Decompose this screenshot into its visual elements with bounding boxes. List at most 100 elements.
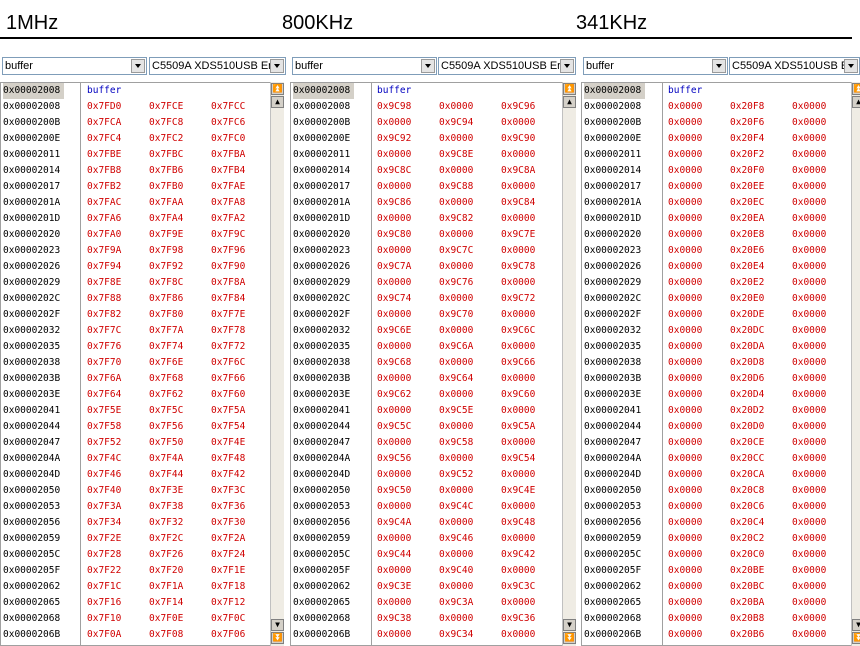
memory-value[interactable]: 0x0000 [792,131,826,147]
memory-value[interactable]: 0x7F70 [87,355,121,371]
memory-value[interactable]: 0x0000 [501,211,535,227]
memory-value[interactable]: 0x9C56 [377,451,411,467]
memory-value[interactable]: 0x0000 [668,531,702,547]
target-combo[interactable]: C5509A XDS510USB Er [438,57,576,75]
memory-value[interactable]: 0x9C66 [501,355,535,371]
memory-value[interactable]: 0x9C7C [439,243,473,259]
memory-value[interactable]: 0x0000 [377,371,411,387]
memory-value[interactable]: 0x7F10 [87,611,121,627]
memory-value[interactable]: 0x7F3C [211,483,245,499]
memory-value[interactable]: 0x0000 [439,195,473,211]
memory-value[interactable]: 0x7F66 [211,371,245,387]
memory-value[interactable]: 0x9C40 [439,563,473,579]
memory-value[interactable]: 0x0000 [439,227,473,243]
memory-value[interactable]: 0x0000 [792,563,826,579]
memory-value[interactable]: 0x9C7A [377,259,411,275]
memory-value[interactable]: 0x0000 [792,291,826,307]
memory-value[interactable]: 0x7FBC [149,147,183,163]
memory-value[interactable]: 0x0000 [792,195,826,211]
memory-value[interactable]: 0x9C84 [501,195,535,211]
memory-value[interactable]: 0x7F62 [149,387,183,403]
memory-value[interactable]: 0x0000 [668,451,702,467]
memory-value[interactable]: 0x7F0A [87,627,121,643]
memory-value[interactable]: 0x7F4A [149,451,183,467]
memory-value[interactable]: 0x9C3A [439,595,473,611]
memory-value[interactable]: 0x9C82 [439,211,473,227]
memory-value[interactable]: 0x7F50 [149,435,183,451]
memory-value[interactable]: 0x9C68 [377,355,411,371]
memory-value[interactable]: 0x9C5E [439,403,473,419]
memory-value[interactable]: 0x0000 [439,547,473,563]
memory-value[interactable]: 0x7F3A [87,499,121,515]
memory-value[interactable]: 0x9C34 [439,627,473,643]
memory-value[interactable]: 0x0000 [792,451,826,467]
memory-value[interactable]: 0x7F28 [87,547,121,563]
memory-value[interactable]: 0x7F80 [149,307,183,323]
memory-value[interactable]: 0x9C54 [501,451,535,467]
chevron-down-icon[interactable] [421,59,435,73]
memory-value[interactable]: 0x9C8E [439,147,473,163]
memory-value[interactable]: 0x0000 [377,339,411,355]
memory-value[interactable]: 0x7FAC [87,195,121,211]
memory-value[interactable]: 0x0000 [792,387,826,403]
memory-value[interactable]: 0x7FCA [87,115,121,131]
memory-value[interactable]: 0x20E4 [730,259,764,275]
memory-value[interactable]: 0x0000 [668,275,702,291]
memory-value[interactable]: 0x20D8 [730,355,764,371]
memory-value[interactable]: 0x9C88 [439,179,473,195]
memory-value[interactable]: 0x7F7E [211,307,245,323]
memory-value[interactable]: 0x0000 [668,195,702,211]
memory-value[interactable]: 0x0000 [668,371,702,387]
memory-value[interactable]: 0x9C4A [377,515,411,531]
scroll-bottom-icon[interactable]: ⏬ [852,632,860,644]
memory-value[interactable]: 0x0000 [792,227,826,243]
memory-value[interactable]: 0x9C60 [501,387,535,403]
vertical-scrollbar[interactable]: ⏫ ▲ ▼ ⏬ [562,82,576,646]
variable-combo[interactable]: buffer [2,57,147,75]
memory-value[interactable]: 0x0000 [668,259,702,275]
memory-value[interactable]: 0x20CE [730,435,764,451]
memory-value[interactable]: 0x0000 [439,131,473,147]
memory-value[interactable]: 0x0000 [792,579,826,595]
memory-value[interactable]: 0x0000 [439,515,473,531]
memory-value[interactable]: 0x0000 [792,547,826,563]
memory-value[interactable]: 0x7F36 [211,499,245,515]
memory-value[interactable]: 0x0000 [792,611,826,627]
memory-value[interactable]: 0x9C52 [439,467,473,483]
memory-value[interactable]: 0x0000 [668,99,702,115]
memory-value[interactable]: 0x0000 [439,259,473,275]
memory-value[interactable]: 0x0000 [501,371,535,387]
memory-value[interactable]: 0x0000 [501,435,535,451]
scroll-up-icon[interactable]: ▲ [852,96,860,108]
memory-value[interactable]: 0x7F7A [149,323,183,339]
memory-value[interactable]: 0x7FC0 [211,131,245,147]
memory-value[interactable]: 0x0000 [792,99,826,115]
memory-value[interactable]: 0x0000 [377,179,411,195]
memory-value[interactable]: 0x7F44 [149,467,183,483]
memory-value[interactable]: 0x7F60 [211,387,245,403]
memory-value[interactable]: 0x0000 [668,467,702,483]
memory-value[interactable]: 0x9C42 [501,547,535,563]
memory-value[interactable]: 0x7F24 [211,547,245,563]
memory-value[interactable]: 0x7F4E [211,435,245,451]
memory-value[interactable]: 0x20F8 [730,99,764,115]
memory-value[interactable]: 0x0000 [501,339,535,355]
memory-value[interactable]: 0x7F8E [87,275,121,291]
memory-value[interactable]: 0x7FB8 [87,163,121,179]
memory-value[interactable]: 0x9C48 [501,515,535,531]
memory-value[interactable]: 0x0000 [439,323,473,339]
memory-value[interactable]: 0x20E2 [730,275,764,291]
memory-value[interactable]: 0x0000 [439,355,473,371]
scroll-top-icon[interactable]: ⏫ [271,83,284,95]
memory-value[interactable]: 0x20F2 [730,147,764,163]
memory-value[interactable]: 0x9C72 [501,291,535,307]
scroll-up-icon[interactable]: ▲ [563,96,576,108]
memory-value[interactable]: 0x7FD0 [87,99,121,115]
memory-value[interactable]: 0x7F1A [149,579,183,595]
memory-value[interactable]: 0x0000 [792,179,826,195]
memory-value[interactable]: 0x0000 [668,227,702,243]
memory-value[interactable]: 0x7F42 [211,467,245,483]
memory-value[interactable]: 0x0000 [501,115,535,131]
memory-value[interactable]: 0x0000 [439,99,473,115]
memory-value[interactable]: 0x0000 [501,499,535,515]
